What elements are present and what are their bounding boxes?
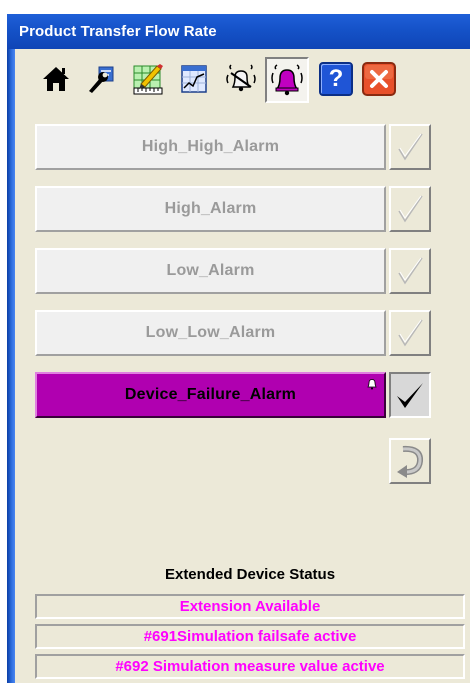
home-icon	[43, 67, 69, 91]
alarm-bell-tab[interactable]	[265, 57, 309, 103]
faceplate-window: Product Transfer Flow Rate ? High_High_A…	[7, 14, 470, 683]
alarm-sound-icon	[226, 64, 256, 92]
window-title: Product Transfer Flow Rate	[7, 14, 470, 49]
alarm-device-failure[interactable]: Device_Failure_Alarm	[35, 372, 386, 418]
ruler-pencil-icon	[133, 64, 163, 95]
help-button[interactable]: ?	[315, 58, 357, 100]
checkmark-icon	[398, 195, 423, 223]
ack-low-low-button[interactable]	[389, 310, 431, 356]
checkmark-icon	[398, 257, 423, 285]
status-text: #691Simulation failsafe active	[143, 628, 357, 645]
bell-icon	[367, 379, 377, 390]
close-button[interactable]	[358, 58, 400, 100]
trend-chart-icon	[181, 65, 207, 93]
window-left-border	[7, 49, 15, 683]
trend-button[interactable]	[173, 58, 215, 100]
wrench-icon	[89, 66, 114, 93]
alarm-bell-icon	[271, 64, 303, 96]
faceplate-pane: ? High_High_Alarm High_Alarm Low_Alarm L…	[15, 49, 470, 683]
status-text: #692 Simulation measure value active	[115, 658, 385, 675]
checkmark-icon	[398, 319, 423, 347]
alarm-label: Low_Alarm	[166, 262, 255, 279]
close-icon	[362, 62, 396, 96]
alarm-label: High_Alarm	[164, 200, 257, 217]
reset-arrow-icon	[397, 445, 424, 478]
status-row: Extension Available	[35, 594, 465, 619]
checkmark-icon	[398, 133, 423, 161]
home-button[interactable]	[35, 58, 77, 100]
extended-status-title: Extended Device Status	[164, 566, 336, 583]
ack-high-high-button[interactable]	[389, 124, 431, 170]
alarm-label: High_High_Alarm	[141, 138, 280, 155]
config-button[interactable]	[80, 58, 122, 100]
alarm-label: Low_Low_Alarm	[145, 324, 276, 341]
alarm-high[interactable]: High_Alarm	[35, 186, 386, 232]
ack-device-failure-button[interactable]	[389, 372, 431, 418]
help-icon: ?	[319, 62, 353, 96]
toolbar: ?	[15, 54, 470, 106]
alarm-high-high[interactable]: High_High_Alarm	[35, 124, 386, 170]
help-label: ?	[328, 65, 344, 92]
ack-high-button[interactable]	[389, 186, 431, 232]
alarm-low[interactable]: Low_Alarm	[35, 248, 386, 294]
status-text: Extension Available	[179, 598, 321, 615]
alarm-label: Device_Failure_Alarm	[124, 386, 297, 403]
status-row: #692 Simulation measure value active	[35, 654, 465, 679]
checkmark-icon	[397, 383, 423, 408]
alarm-sound-button[interactable]	[220, 58, 262, 100]
alarm-low-low[interactable]: Low_Low_Alarm	[35, 310, 386, 356]
ack-low-button[interactable]	[389, 248, 431, 294]
status-row: #691Simulation failsafe active	[35, 624, 465, 649]
reset-button[interactable]	[389, 438, 431, 484]
tuning-button[interactable]	[127, 58, 169, 100]
